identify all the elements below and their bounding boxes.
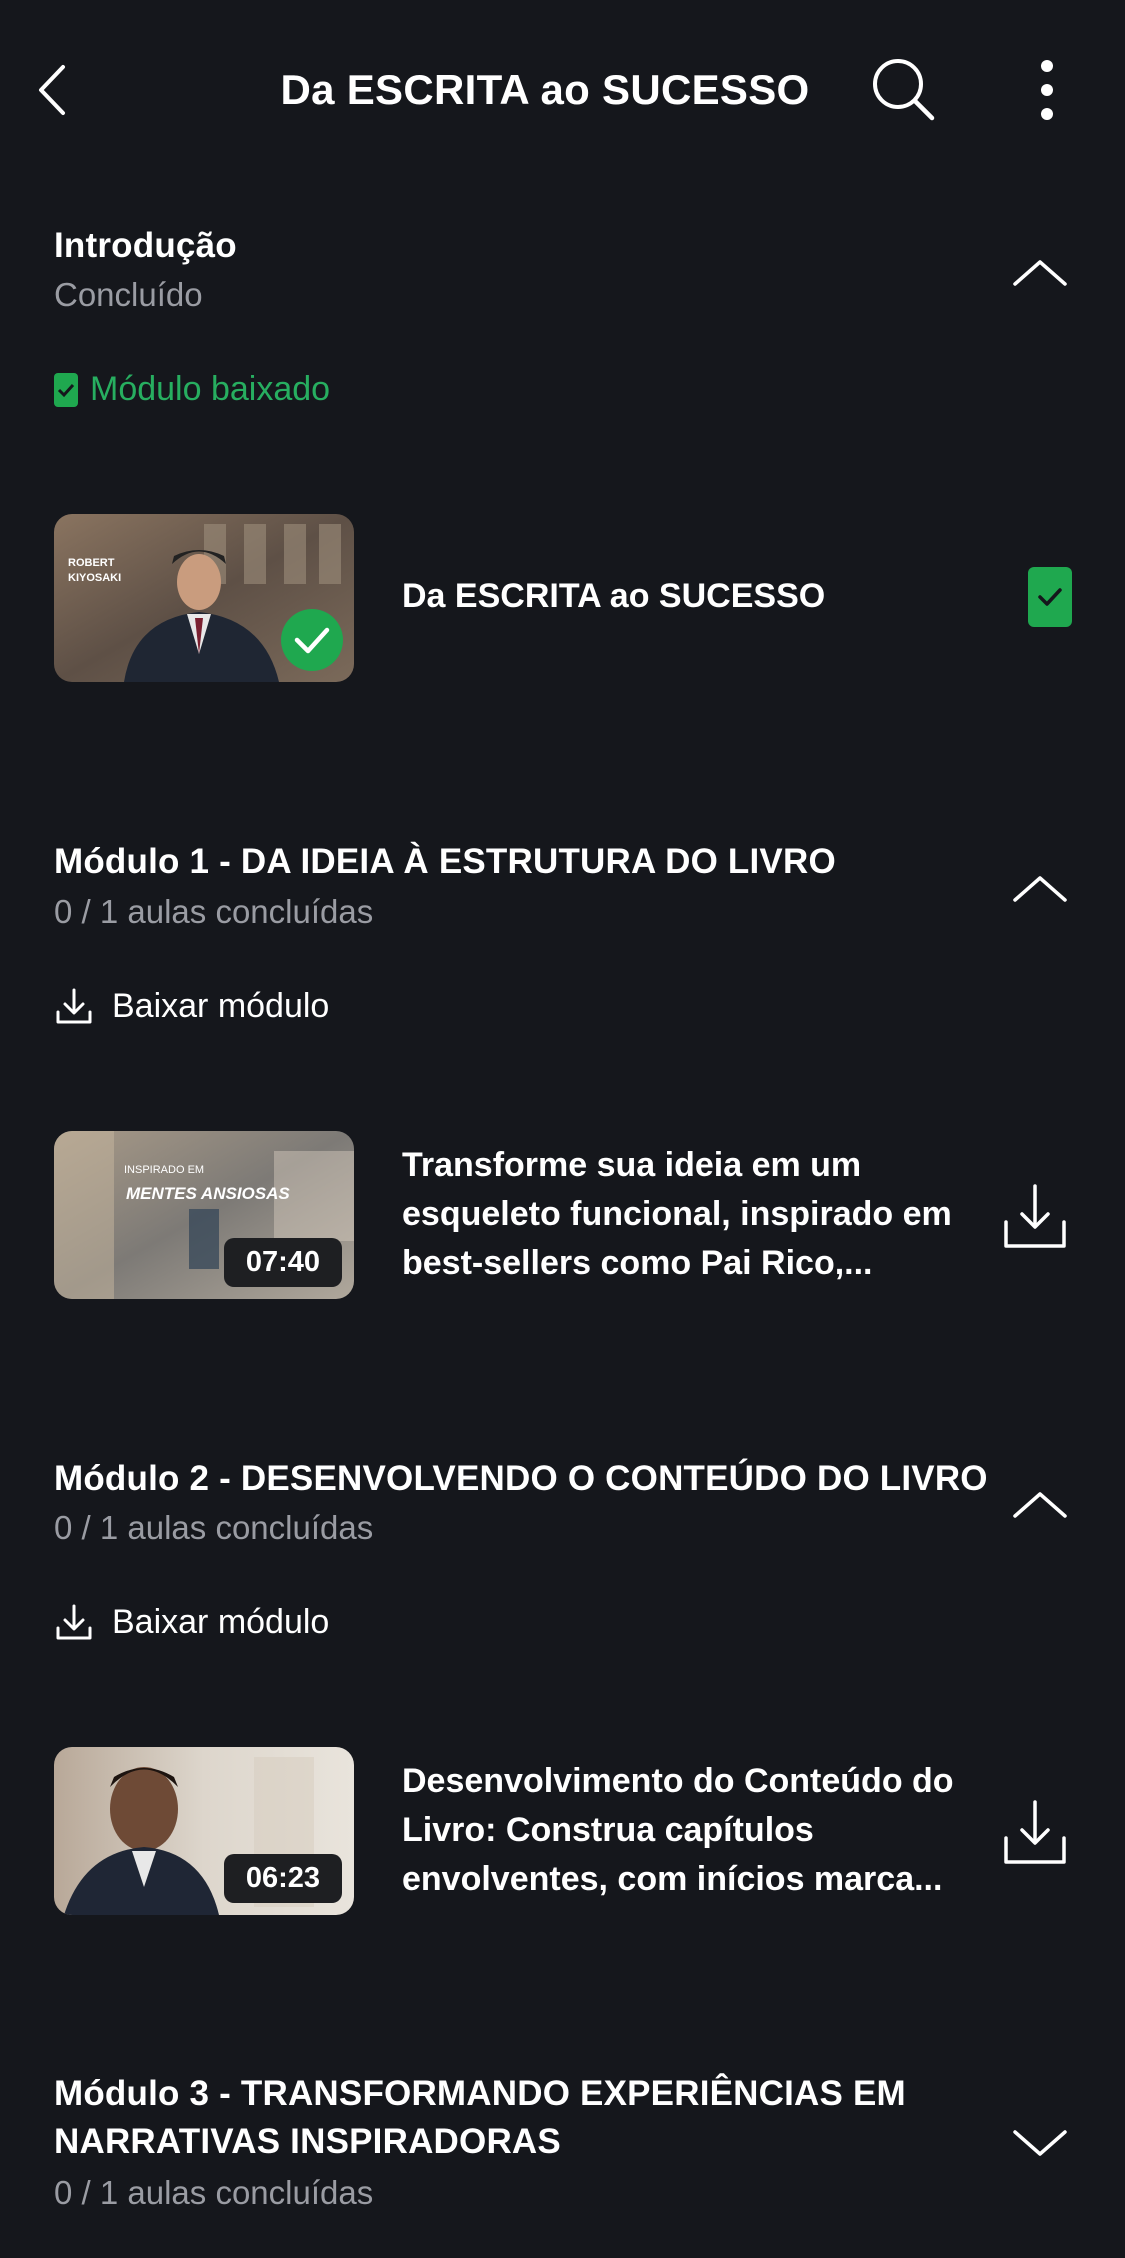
search-icon: [873, 59, 935, 121]
more-vertical-icon: [1041, 60, 1053, 120]
chevron-up-icon[interactable]: [1010, 1486, 1070, 1526]
download-icon[interactable]: [1000, 1182, 1070, 1252]
app-screen: Da ESCRITA ao SUCESSO Introdução Concluí…: [0, 0, 1125, 2258]
section-title[interactable]: Introdução: [54, 222, 237, 270]
section-progress: 0 / 1 aulas concluídas: [54, 1509, 374, 1546]
lesson-thumbnail[interactable]: INSPIRADO EM MENTES ANSIOSAS 07:40: [54, 1131, 354, 1299]
module-downloaded-indicator: Módulo baixado: [54, 370, 330, 409]
top-bar: Da ESCRITA ao SUCESSO: [0, 0, 1125, 180]
checkmark-icon: [1038, 588, 1062, 606]
chevron-down-icon[interactable]: [1010, 2122, 1070, 2162]
video-duration-badge: 06:23: [223, 1854, 342, 1903]
downloaded-label: Módulo baixado: [90, 370, 331, 408]
page-title: Da ESCRITA ao SUCESSO: [280, 66, 810, 113]
download-module-button[interactable]: Baixar módulo: [54, 986, 329, 1026]
thumb-text-2: MENTES ANSIOSAS: [126, 1184, 290, 1203]
download-module-label: Baixar módulo: [112, 986, 330, 1025]
section-progress: 0 / 1 aulas concluídas: [54, 893, 374, 930]
chevron-up-icon[interactable]: [1010, 870, 1070, 910]
lesson-title[interactable]: Desenvolvimento do Conteúdo do Livro: Co…: [402, 1757, 962, 1904]
download-icon: [56, 1604, 92, 1640]
video-duration-badge: 07:40: [223, 1238, 342, 1287]
back-button[interactable]: [28, 55, 76, 125]
download-icon[interactable]: [1000, 1798, 1070, 1868]
thumb-text-1: INSPIRADO EM: [124, 1164, 204, 1176]
back-arrow-icon: [39, 65, 65, 115]
search-button[interactable]: [868, 54, 940, 126]
lesson-title[interactable]: Da ESCRITA ao SUCESSO: [402, 572, 982, 621]
more-options-button[interactable]: [1020, 54, 1074, 126]
lesson-thumbnail[interactable]: 06:23: [54, 1747, 354, 1915]
lesson-thumbnail[interactable]: ROBERT KIYOSAKI: [54, 514, 354, 682]
chevron-up-icon[interactable]: [1010, 254, 1070, 294]
thumb-text-1: ROBERT: [68, 557, 115, 569]
section-status: Concluído: [54, 276, 203, 313]
section-title[interactable]: Módulo 1 - DA IDEIA À ESTRUTURA DO LIVRO: [54, 838, 974, 886]
section-progress: 0 / 1 aulas concluídas: [54, 2174, 374, 2211]
section-title[interactable]: Módulo 2 - DESENVOLVENDO O CONTEÚDO DO L…: [54, 1455, 994, 1503]
download-module-label: Baixar módulo: [112, 1602, 330, 1641]
download-icon: [56, 988, 92, 1024]
download-module-button[interactable]: Baixar módulo: [54, 1602, 329, 1642]
thumb-text-2: KIYOSAKI: [68, 572, 121, 584]
video-thumbnail-image: ROBERT KIYOSAKI: [54, 514, 354, 682]
lesson-title[interactable]: Transforme sua ideia em um esqueleto fun…: [402, 1141, 962, 1288]
section-title[interactable]: Módulo 3 - TRANSFORMANDO EXPERIÊNCIAS EM…: [54, 2070, 954, 2166]
downloaded-check-icon: [54, 372, 78, 407]
lesson-completed-checkbox[interactable]: [1028, 567, 1072, 627]
